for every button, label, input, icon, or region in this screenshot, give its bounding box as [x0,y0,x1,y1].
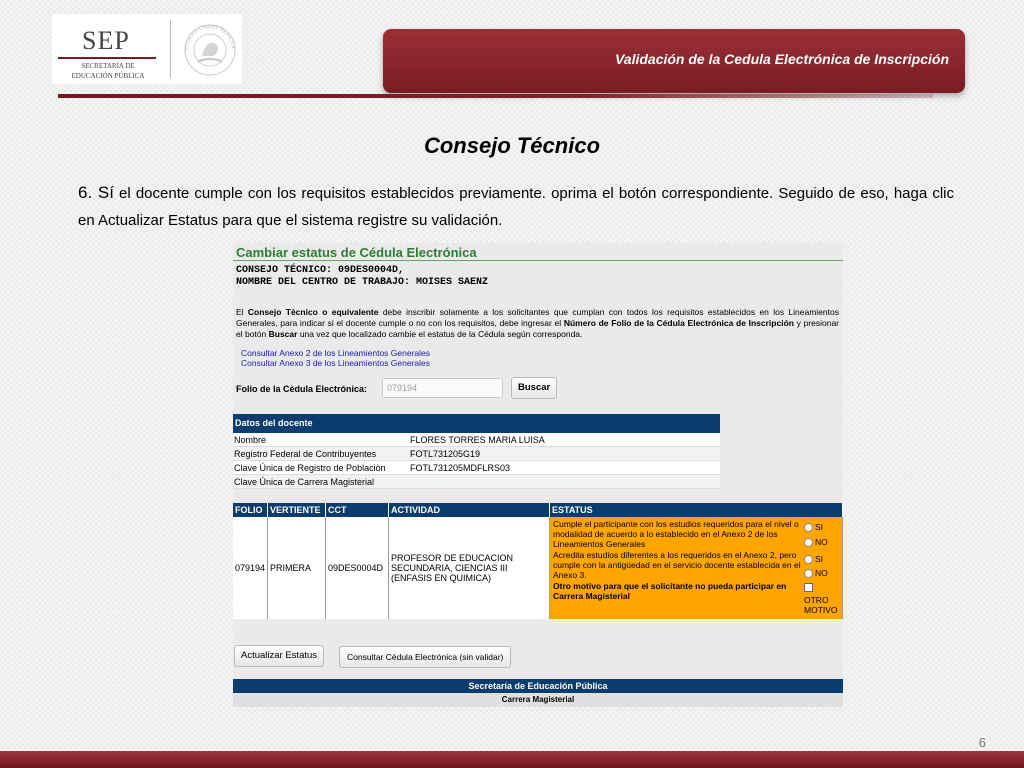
radio-icon[interactable] [804,568,813,578]
field-value: FOTL731205MDFLRS03 [410,463,511,473]
field-label: Clave Única de Carrera Magisterial [234,477,375,487]
radio-icon[interactable] [804,554,813,564]
status-1-no-option[interactable]: NO [804,537,828,547]
consejo-tecnico-line: CONSEJO TÉCNICO: 09DES0004D, [236,265,405,276]
table-row: Clave Única de Carrera Magisterial [233,475,720,489]
desc-part: una vez que localizado cambie el estatus… [297,329,583,339]
footer-carrera: Carrera Magisterial [233,693,843,707]
field-value: FOTL731205G19 [410,449,481,459]
option-label: SI [815,522,824,532]
header-rule [58,94,933,98]
field-value: FLORES TORRES MARIA LUISA [410,435,545,445]
status-1-si-option[interactable]: SI [804,522,823,532]
field-value [410,475,720,488]
option-label: MOTIVO [804,605,838,615]
cell-cct: 09DES0004D [326,517,389,619]
consultar-cedula-button[interactable]: Consultar Cédula Electrónica (sin valida… [339,646,512,668]
datos-docente-table: Datos del docente Nombre FLORES TORRES MA… [233,414,720,489]
folio-input[interactable] [382,378,503,398]
anexo-3-link[interactable]: Consultar Anexo 3 de los Lineamientos Ge… [241,358,430,368]
app-screenshot: Cambiar estatus de Cédula Electrónica CO… [233,243,843,707]
grid-header-row: FOLIO VERTIENTE CCT ACTIVIDAD ESTATUS [233,503,843,517]
desc-bold-folio: Número de Folio de la Cédula Electrónica… [563,318,794,328]
centro-trabajo-line: NOMBRE DEL CENTRO DE TRABAJO: MOISES SAE… [236,277,489,288]
field-label: Registro Federal de Contribuyentes [234,449,377,459]
actualizar-estatus-button[interactable]: Actualizar Estatus [234,645,325,667]
bottom-bar [0,751,1024,768]
table-row: Nombre FLORES TORRES MARIA LUISA [233,433,720,447]
otro-motivo-option[interactable] [804,583,813,592]
logo-divider [170,20,171,78]
col-vertiente: VERTIENTE [268,503,326,517]
national-seal-icon: ESTADOS UNIDOS MEXICANOS [180,18,236,76]
status-option-1-text: Cumple el participante con los estudios … [553,519,799,549]
desc-part: El [236,307,248,317]
field-label: Nombre [234,435,267,445]
logo-rule [58,57,156,59]
sep-logo-subtitle: SECRETARÍA DE EDUCACIÓN PÚBLICA [71,62,145,80]
status-option-2-text: Acredita estudios diferentes a los reque… [553,550,801,580]
consejo-info: CONSEJO TÉCNICO: 09DES0004D, NOMBRE DEL … [236,265,488,289]
datos-docente-header: Datos del docente [233,414,720,433]
page-number: 6 [978,735,986,750]
cell-estatus: Cumple el participante con los estudios … [550,517,843,619]
instructions-text: 6. Sí el docente cumple con los requisit… [78,179,954,234]
slide-heading: Consejo Técnico [423,133,601,158]
buscar-button[interactable]: Buscar [511,377,558,399]
sep-logo: SEP SECRETARÍA DE EDUCACIÓN PÚBLICA ESTA… [52,14,242,84]
option-label: OTRO [804,595,829,605]
option-label: NO [815,537,828,547]
instructions-step: 6. Sí [78,183,114,202]
table-row: Registro Federal de Contribuyentes FOTL73… [233,447,720,461]
radio-icon[interactable] [804,522,813,532]
field-label: Clave Única de Registro de Poblaciòn [234,463,386,473]
status-option-3-text: Otro motivo para que el solicitante no p… [553,581,787,601]
cell-folio: 079194 [233,517,268,619]
col-estatus: ESTATUS [550,503,843,517]
cell-vertiente: PRIMERA [268,517,326,619]
datos-rows: Nombre FLORES TORRES MARIA LUISA Registro… [233,433,720,489]
otro-motivo-label: OTRO MOTIVO [804,595,838,615]
col-cct: CCT [326,503,389,517]
anexo-2-link[interactable]: Consultar Anexo 2 de los Lineamientos Ge… [241,348,430,358]
option-label: SI [815,554,824,564]
col-actividad: ACTIVIDAD [389,503,550,517]
description-text: El Consejo Tècnico o equivalente debe in… [236,307,839,340]
title-underline [233,260,843,261]
cedula-grid: FOLIO VERTIENTE CCT ACTIVIDAD ESTATUS 07… [233,503,843,619]
slide-title-bar: Validación de la Cedula Electrónica de I… [383,29,965,93]
status-2-si-option[interactable]: SI [804,554,823,564]
option-label: NO [815,568,828,578]
folio-label: Folio de la Cèdula Electrónica: [236,384,368,394]
table-row: Clave Única de Registro de Poblaciòn FOTL… [233,461,720,475]
table-row: 079194 PRIMERA 09DES0004D PROFESOR DE ED… [233,517,843,619]
cell-actividad: PROFESOR DE EDUCACION SECUNDARIA, CIENCI… [389,517,550,619]
sep-logo-text: SEP [82,26,130,55]
screen-title: Cambiar estatus de Cédula Electrónica [236,245,477,260]
slide-title: Validación de la Cedula Electrónica de I… [614,51,949,67]
instructions-body: el docente cumple con los requisitos est… [78,185,954,229]
radio-icon[interactable] [804,537,813,547]
desc-bold-buscar: Buscar [268,329,298,339]
checkbox-icon[interactable] [804,583,813,592]
desc-bold-consejo: Consejo Tècnico o equivalente [247,307,379,317]
footer-sep: Secretaría de Educación Pública [233,679,843,693]
col-folio: FOLIO [233,503,268,517]
status-2-no-option[interactable]: NO [804,568,828,578]
